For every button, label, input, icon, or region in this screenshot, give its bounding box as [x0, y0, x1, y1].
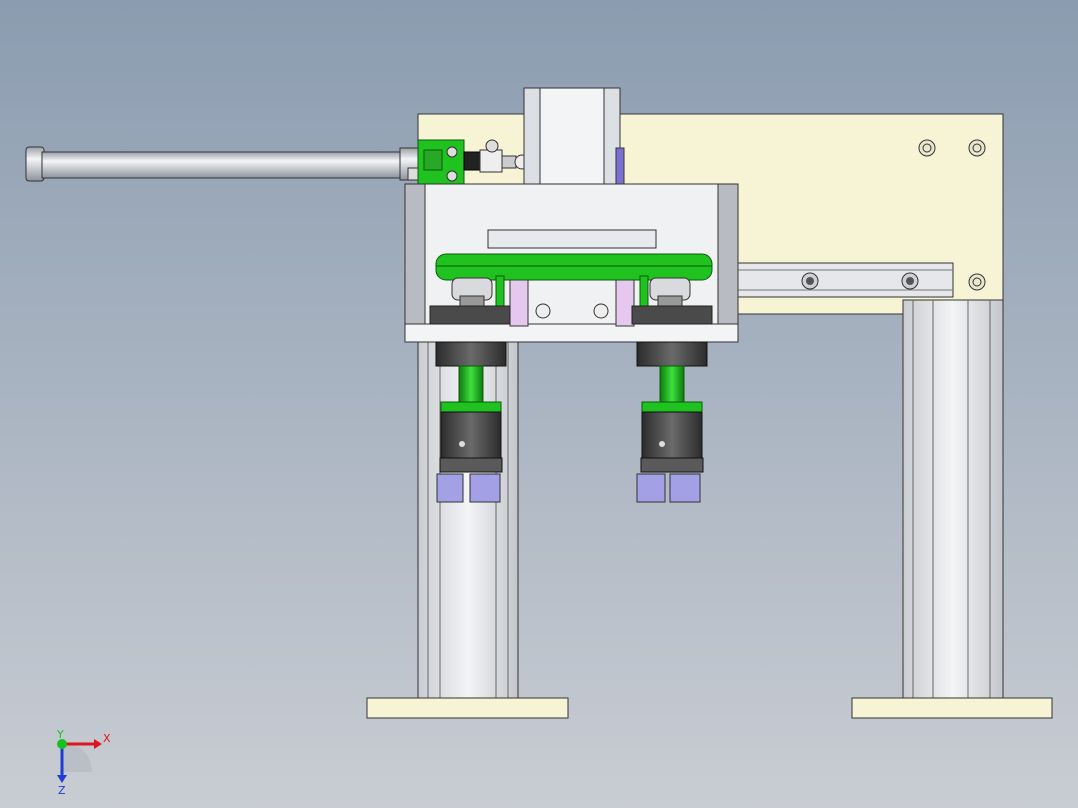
bolt-head — [593, 303, 609, 319]
bolt-head — [535, 303, 551, 319]
linear-rail[interactable] — [737, 262, 954, 298]
gripper-left[interactable] — [435, 341, 507, 503]
gripper-right[interactable] — [636, 341, 708, 503]
mount-block-right[interactable] — [631, 305, 713, 325]
left-base-plate[interactable] — [366, 697, 569, 719]
model-viewport[interactable] — [0, 0, 1078, 808]
bolt-hole — [968, 139, 986, 157]
z-axis-label: Z — [58, 784, 66, 797]
orientation-triad: X Y Z — [56, 728, 111, 797]
x-axis-label: X — [103, 732, 111, 745]
green-valve-block[interactable] — [417, 139, 465, 185]
y-axis-label: Y — [56, 728, 64, 741]
right-base-plate[interactable] — [851, 697, 1053, 719]
bolt-hole — [968, 273, 986, 291]
right-support-post[interactable] — [902, 299, 1004, 701]
bolt-hole — [918, 139, 936, 157]
air-cylinder[interactable] — [25, 146, 421, 182]
mount-block-left[interactable] — [429, 305, 511, 325]
